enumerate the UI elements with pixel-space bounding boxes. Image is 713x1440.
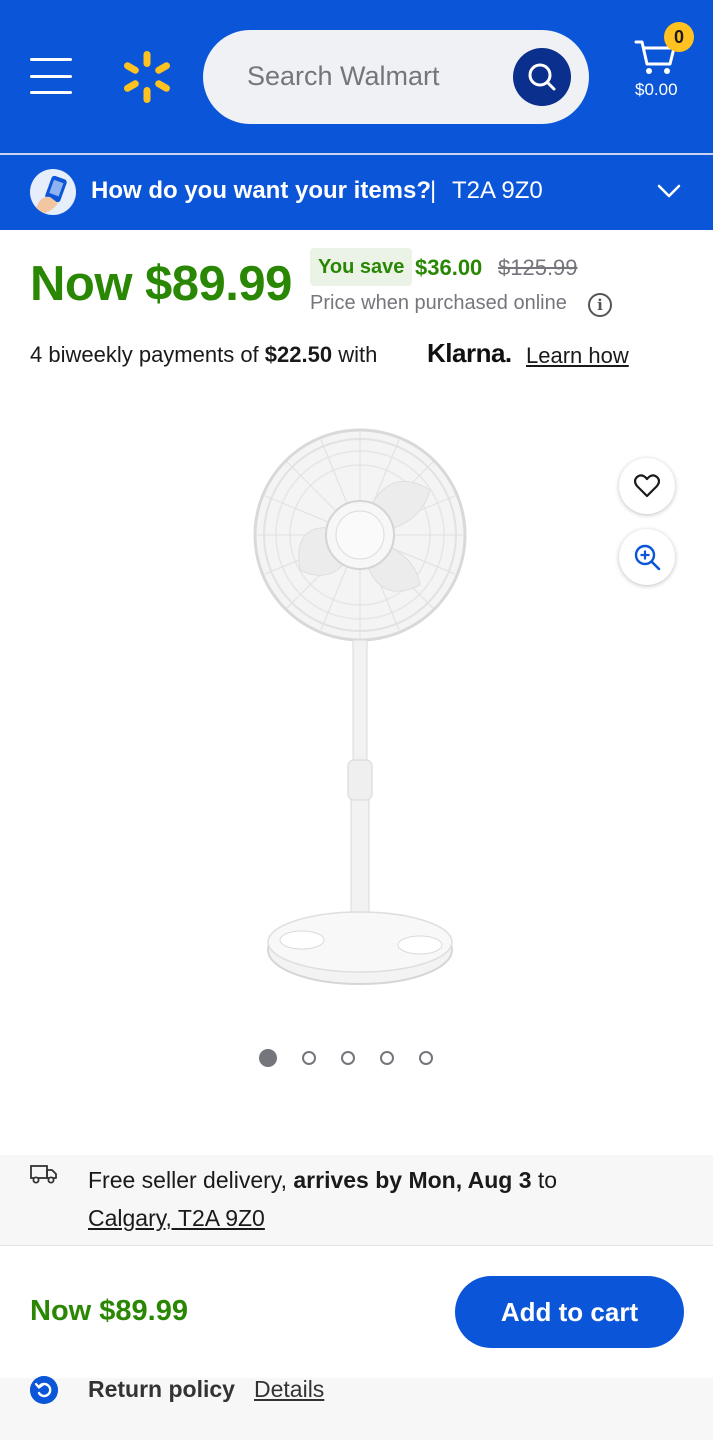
klarna-payment-row: 4 biweekly payments of $22.50 with [30,342,377,368]
fulfillment-to: to [531,1167,558,1193]
you-save-badge: You save [310,248,413,286]
fulfillment-text: Free seller delivery, arrives by Mon, Au… [88,1161,688,1237]
return-icon [30,1376,58,1404]
cart-button[interactable]: 0 $0.00 [630,20,694,100]
search-button[interactable] [513,48,571,106]
learn-how-link[interactable]: Learn how [526,343,629,369]
favorite-button[interactable] [619,458,675,514]
menu-icon-line [30,91,72,94]
return-policy-row: Return policy Details [0,1376,713,1440]
price-note: Price when purchased online [310,292,567,314]
heart-icon [634,474,660,498]
menu-icon-line [30,74,72,78]
search-bar[interactable]: Search Walmart [203,30,589,124]
info-icon[interactable]: i [588,293,612,317]
klarna-prefix: 4 biweekly payments of [30,342,265,367]
delivery-zip: T2A 9Z0 [452,177,543,204]
delivery-preference-bar[interactable]: How do you want your items? | T2A 9Z0 [0,155,713,230]
truck-icon [30,1165,57,1184]
search-input[interactable]: Search Walmart [247,61,440,92]
return-policy-label: Return policy [88,1376,235,1402]
delivery-illustration-icon [30,169,76,215]
search-icon [528,63,556,91]
current-price: Now $89.99 [30,257,292,311]
zoom-button[interactable] [619,529,675,585]
klarna-amount: $22.50 [264,342,333,367]
cart-total: $0.00 [635,80,678,99]
carousel-dot-1[interactable] [259,1049,277,1067]
cart-count-badge: 0 [664,22,694,52]
image-carousel-dots [259,1049,433,1067]
was-price: $125.99 [498,255,578,280]
bottom-price: Now $89.99 [30,1295,188,1327]
menu-button[interactable] [30,58,72,94]
carousel-dot-5[interactable] [419,1051,433,1065]
chevron-down-icon[interactable] [656,181,682,201]
carousel-dot-2[interactable] [302,1051,316,1065]
klarna-logo: Klarna. [427,338,512,368]
add-to-cart-button[interactable]: Add to cart [455,1276,684,1348]
site-header: Search Walmart 0 $0.00 [0,0,713,153]
product-image[interactable] [230,420,490,1000]
return-details-link[interactable]: Details [254,1376,324,1403]
fulfillment-section: Free seller delivery, arrives by Mon, Au… [0,1155,713,1246]
klarna-suffix: with [332,342,378,367]
sticky-add-to-cart-bar: Now $89.99 Add to cart [0,1246,713,1378]
fulfillment-location-link[interactable]: Calgary, T2A 9Z0 [88,1205,265,1231]
fulfillment-arrival: arrives by Mon, Aug 3 [293,1167,532,1193]
carousel-dot-3[interactable] [341,1051,355,1065]
save-amount: $36.00 [415,255,483,280]
fulfillment-prefix: Free seller delivery, [88,1167,294,1193]
delivery-question: How do you want your items? [91,177,432,204]
walmart-spark-logo[interactable] [120,50,174,104]
carousel-dot-4[interactable] [380,1051,394,1065]
delivery-separator: | [430,177,437,204]
zoom-in-icon [634,544,661,571]
menu-icon-line [30,58,72,61]
